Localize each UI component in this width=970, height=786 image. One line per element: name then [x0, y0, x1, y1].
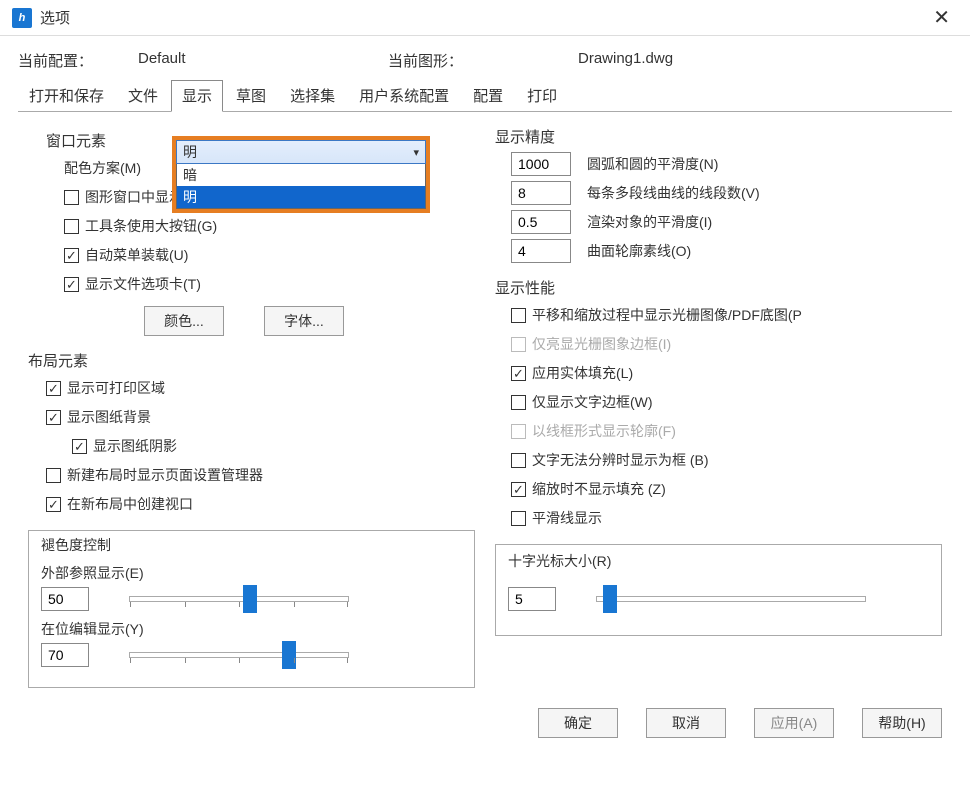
chk-papershadow-label: 显示图纸阴影 [93, 436, 177, 456]
chk-createvp-label: 在新布局中创建视口 [67, 494, 193, 514]
chk-printable[interactable] [46, 381, 61, 396]
config-value: Default [138, 50, 388, 71]
tab-print[interactable]: 打印 [516, 80, 568, 112]
layout-elements-title: 布局元素 [28, 350, 475, 371]
chk-filetabs[interactable] [64, 277, 79, 292]
help-button[interactable]: 帮助(H) [862, 708, 942, 738]
color-button[interactable]: 颜色... [144, 306, 224, 336]
drawing-value: Drawing1.dwg [578, 50, 673, 71]
slider-thumb[interactable] [243, 585, 257, 613]
seg-label: 每条多段线曲线的线段数(V) [587, 183, 760, 203]
tab-select[interactable]: 选择集 [279, 80, 346, 112]
drawing-label: 当前图形： [388, 50, 578, 71]
tab-profile[interactable]: 配置 [462, 80, 514, 112]
chk-printable-label: 显示可打印区域 [67, 378, 165, 398]
tab-bar: 打开和保存 文件 显示 草图 选择集 用户系统配置 配置 打印 [18, 79, 952, 112]
chk-textasbox-label: 文字无法分辨时显示为框 (B) [532, 450, 709, 470]
render-smooth-input[interactable] [511, 210, 571, 234]
crosshair-input[interactable] [508, 587, 556, 611]
chk-paperbg-label: 显示图纸背景 [67, 407, 151, 427]
chk-rasterframe-label: 仅亮显光栅图象边框(I) [532, 334, 671, 354]
contour-input[interactable] [511, 239, 571, 263]
crosshair-title: 十字光标大小(R) [504, 551, 615, 571]
chk-wireframe [511, 424, 526, 439]
cancel-button[interactable]: 取消 [646, 708, 726, 738]
dropdown-item-light[interactable]: 明 [177, 186, 425, 208]
chk-zoomfill-label: 缩放时不显示填充 (Z) [532, 479, 666, 499]
chevron-down-icon: ▾ [413, 146, 419, 159]
close-icon[interactable]: ✕ [925, 5, 958, 30]
slider-thumb[interactable] [282, 641, 296, 669]
color-scheme-dropdown-highlight: 明 ▾ 暗 明 [172, 136, 430, 213]
chk-paperbg[interactable] [46, 410, 61, 425]
inplace-fade-label: 在位编辑显示(Y) [41, 619, 462, 639]
chk-smoothline-label: 平滑线显示 [532, 508, 602, 528]
app-icon: h [12, 8, 32, 28]
font-button[interactable]: 字体... [264, 306, 344, 336]
chk-pagesetup-label: 新建布局时显示页面设置管理器 [67, 465, 263, 485]
window-title: 选项 [40, 7, 70, 28]
chk-solidfill-label: 应用实体填充(L) [532, 363, 633, 383]
chk-bigbtn-label: 工具条使用大按钮(G) [85, 216, 217, 236]
dropdown-list: 暗 明 [176, 164, 426, 209]
chk-bigbtn[interactable] [64, 219, 79, 234]
display-precision-title: 显示精度 [495, 126, 942, 147]
chk-scrollbar[interactable] [64, 190, 79, 205]
tab-file[interactable]: 文件 [117, 80, 169, 112]
seg-input[interactable] [511, 181, 571, 205]
arc-smooth-input[interactable] [511, 152, 571, 176]
chk-textasbox[interactable] [511, 453, 526, 468]
render-smooth-label: 渲染对象的平滑度(I) [587, 212, 712, 232]
crosshair-slider[interactable] [596, 596, 866, 602]
tab-display[interactable]: 显示 [171, 80, 223, 112]
chk-rasterframe [511, 337, 526, 352]
chk-panzoom[interactable] [511, 308, 526, 323]
chk-automenu-label: 自动菜单装载(U) [85, 245, 188, 265]
chk-panzoom-label: 平移和缩放过程中显示光栅图像/PDF底图(P [532, 305, 802, 325]
display-performance-title: 显示性能 [495, 277, 942, 298]
chk-createvp[interactable] [46, 497, 61, 512]
chk-textframe[interactable] [511, 395, 526, 410]
tab-system[interactable]: 用户系统配置 [348, 80, 460, 112]
xref-fade-label: 外部参照显示(E) [41, 563, 462, 583]
color-scheme-dropdown[interactable]: 明 ▾ [176, 140, 426, 164]
tab-draft[interactable]: 草图 [225, 80, 277, 112]
tab-open-save[interactable]: 打开和保存 [18, 80, 115, 112]
xref-fade-input[interactable] [41, 587, 89, 611]
slider-thumb[interactable] [603, 585, 617, 613]
arc-smooth-label: 圆弧和圆的平滑度(N) [587, 154, 718, 174]
dropdown-item-dark[interactable]: 暗 [177, 164, 425, 186]
chk-papershadow[interactable] [72, 439, 87, 454]
chk-filetabs-label: 显示文件选项卡(T) [85, 274, 201, 294]
chk-textframe-label: 仅显示文字边框(W) [532, 392, 653, 412]
chk-pagesetup[interactable] [46, 468, 61, 483]
inplace-fade-input[interactable] [41, 643, 89, 667]
chk-automenu[interactable] [64, 248, 79, 263]
dropdown-selected: 明 [183, 142, 197, 162]
apply-button[interactable]: 应用(A) [754, 708, 834, 738]
chk-wireframe-label: 以线框形式显示轮廓(F) [532, 421, 676, 441]
chk-solidfill[interactable] [511, 366, 526, 381]
chk-smoothline[interactable] [511, 511, 526, 526]
chk-zoomfill[interactable] [511, 482, 526, 497]
config-label: 当前配置： [18, 50, 138, 71]
ok-button[interactable]: 确定 [538, 708, 618, 738]
fade-control-title: 褪色度控制 [37, 535, 115, 555]
color-scheme-label: 配色方案(M) [64, 158, 141, 178]
inplace-fade-slider[interactable] [129, 652, 349, 658]
contour-label: 曲面轮廓素线(O) [587, 241, 691, 261]
xref-fade-slider[interactable] [129, 596, 349, 602]
